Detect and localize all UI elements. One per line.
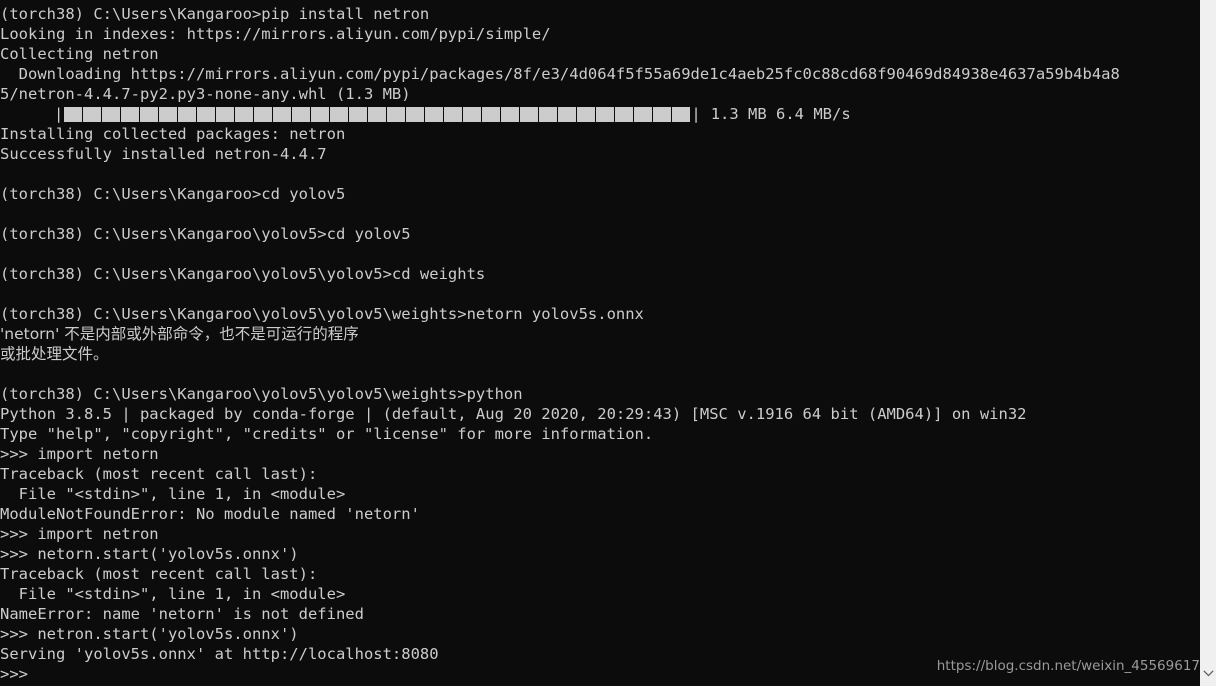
console-line: (torch38) C:\Users\Kangaroo>pip install … xyxy=(0,5,430,23)
console-line: (torch38) C:\Users\Kangaroo\yolov5>cd yo… xyxy=(0,225,411,243)
progress-block xyxy=(406,106,425,122)
console-line: ModuleNotFoundError: No module named 'ne… xyxy=(0,505,420,523)
progress-block xyxy=(235,106,254,122)
scrollbar-thumb[interactable] xyxy=(1200,0,1216,646)
progress-stats: 1.3 MB 6.4 MB/s xyxy=(710,105,851,123)
progress-block xyxy=(615,106,634,122)
progress-block xyxy=(216,106,235,122)
progress-block xyxy=(292,106,311,122)
progress-block xyxy=(83,106,102,122)
progress-block xyxy=(140,106,159,122)
console-line: >>> netorn.start('yolov5s.onnx') xyxy=(0,545,299,563)
progress-block xyxy=(558,106,577,122)
console-line: File "<stdin>", line 1, in <module> xyxy=(0,485,346,503)
progress-block xyxy=(64,106,83,122)
progress-block xyxy=(197,106,216,122)
terminal-window[interactable]: (torch38) C:\Users\Kangaroo>pip install … xyxy=(0,0,1216,686)
console-line: File "<stdin>", line 1, in <module> xyxy=(0,585,346,603)
console-line: 或批处理文件。 xyxy=(0,345,109,363)
progress-block xyxy=(311,106,330,122)
console-line: (torch38) C:\Users\Kangaroo>cd yolov5 xyxy=(0,185,346,203)
progress-block xyxy=(273,106,292,122)
progress-left-bracket: | xyxy=(54,105,64,123)
progress-block xyxy=(178,106,197,122)
progress-block xyxy=(596,106,615,122)
progress-block xyxy=(368,106,387,122)
console-line: Serving 'yolov5s.onnx' at http://localho… xyxy=(0,645,439,663)
progress-block xyxy=(672,106,691,122)
progress-block xyxy=(539,106,558,122)
progress-block xyxy=(501,106,520,122)
console-line: Traceback (most recent call last): xyxy=(0,465,318,483)
console-line: >>> import netorn xyxy=(0,445,159,463)
console-line: Successfully installed netron-4.4.7 xyxy=(0,145,327,163)
progress-block xyxy=(444,106,463,122)
download-progress-bar: | | 1.3 MB 6.4 MB/s xyxy=(0,104,1200,124)
chevron-down-icon[interactable] xyxy=(1200,660,1216,686)
console-line: Looking in indexes: https://mirrors.aliy… xyxy=(0,25,551,43)
console-line: >>> xyxy=(0,665,28,683)
progress-right-bracket: | xyxy=(691,105,701,123)
progress-block xyxy=(520,106,539,122)
progress-block xyxy=(159,106,178,122)
console-line: Traceback (most recent call last): xyxy=(0,565,318,583)
progress-block xyxy=(349,106,368,122)
progress-block xyxy=(482,106,501,122)
console-line: NameError: name 'netorn' is not defined xyxy=(0,605,364,623)
console-line: Type "help", "copyright", "credits" or "… xyxy=(0,425,654,443)
vertical-scrollbar[interactable] xyxy=(1200,0,1216,686)
console-line: >>> import netron xyxy=(0,525,159,543)
console-line: 'netorn' 不是内部或外部命令，也不是可运行的程序 xyxy=(0,325,359,343)
console-line: Downloading https://mirrors.aliyun.com/p… xyxy=(0,65,1120,83)
progress-block xyxy=(102,106,121,122)
progress-block xyxy=(425,106,444,122)
progress-block xyxy=(330,106,349,122)
progress-block xyxy=(463,106,482,122)
console-line: (torch38) C:\Users\Kangaroo\yolov5\yolov… xyxy=(0,385,523,403)
console-line: (torch38) C:\Users\Kangaroo\yolov5\yolov… xyxy=(0,305,644,323)
console-line: Installing collected packages: netron xyxy=(0,125,346,143)
progress-fill xyxy=(64,106,691,122)
progress-block xyxy=(387,106,406,122)
console-line: Collecting netron xyxy=(0,45,159,63)
console-line: (torch38) C:\Users\Kangaroo\yolov5\yolov… xyxy=(0,265,486,283)
console-line: 5/netron-4.4.7-py2.py3-none-any.whl (1.3… xyxy=(0,85,411,103)
progress-block xyxy=(653,106,672,122)
progress-block xyxy=(577,106,596,122)
progress-block xyxy=(634,106,653,122)
console-output[interactable]: (torch38) C:\Users\Kangaroo>pip install … xyxy=(0,0,1200,686)
console-line: Python 3.8.5 | packaged by conda-forge |… xyxy=(0,405,1027,423)
progress-block xyxy=(121,106,140,122)
progress-block xyxy=(254,106,273,122)
console-line: >>> netron.start('yolov5s.onnx') xyxy=(0,625,299,643)
